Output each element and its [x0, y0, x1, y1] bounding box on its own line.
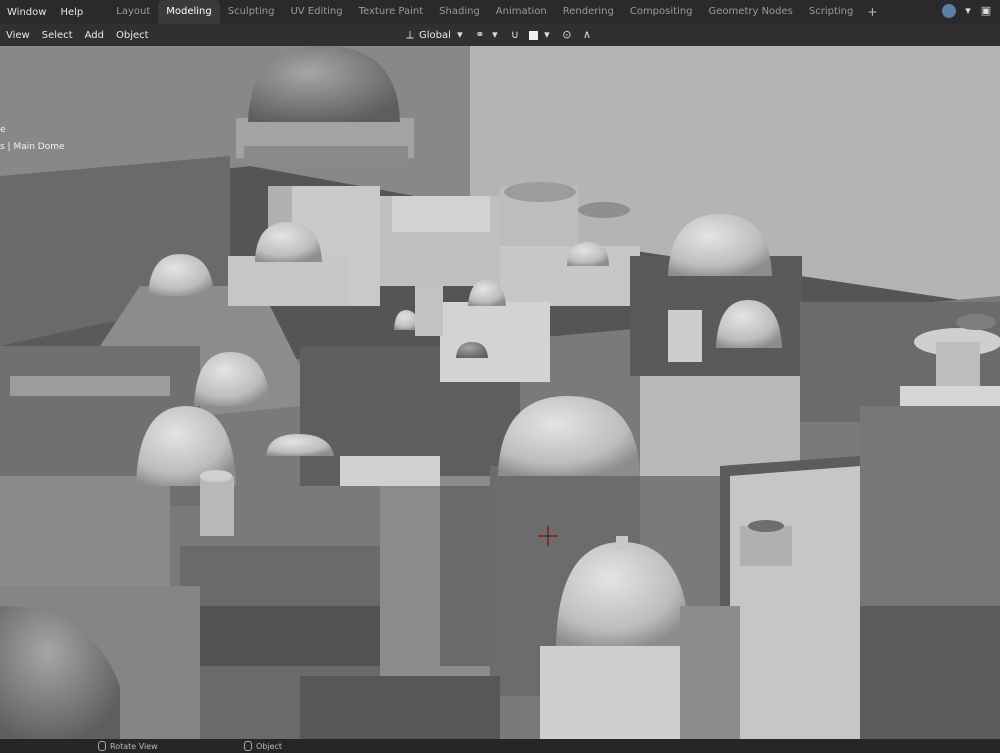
status-object: Object	[244, 741, 282, 751]
top-right-controls: ▾ ▣	[942, 4, 992, 18]
tab-sculpting[interactable]: Sculpting	[220, 0, 283, 24]
add-workspace-button[interactable]: +	[861, 5, 883, 19]
chevron-down-icon: ▾	[544, 28, 550, 41]
tab-geometry-nodes[interactable]: Geometry Nodes	[701, 0, 801, 24]
scene-icon[interactable]	[942, 4, 956, 18]
header-menu-select[interactable]: Select	[36, 30, 79, 41]
header-menu-object[interactable]: Object	[110, 30, 155, 41]
menu-window[interactable]: Window	[0, 7, 53, 18]
tab-animation[interactable]: Animation	[488, 0, 555, 24]
tab-rendering[interactable]: Rendering	[555, 0, 622, 24]
3d-viewport[interactable]: e s | Main Dome	[0, 46, 1000, 739]
transform-orientation-value: Global	[419, 29, 451, 41]
orientation-icon: ⟂	[406, 28, 414, 41]
pivot-dropdown[interactable]: ⚭ ▾	[474, 29, 501, 41]
status-bar: Rotate View Object	[0, 739, 1000, 753]
tab-uv-editing[interactable]: UV Editing	[282, 0, 350, 24]
mouse-icon	[244, 741, 252, 751]
chevron-down-icon: ▾	[492, 28, 498, 41]
tab-texture-paint[interactable]: Texture Paint	[351, 0, 432, 24]
mouse-icon	[98, 741, 106, 751]
viewport-info-overlay: e s | Main Dome	[0, 122, 65, 156]
top-bar: Window Help Layout Modeling Sculpting UV…	[0, 0, 1000, 25]
city-scene	[0, 46, 1000, 739]
tab-compositing[interactable]: Compositing	[622, 0, 701, 24]
active-object-text: s | Main Dome	[0, 142, 65, 152]
header-menu-view[interactable]: View	[0, 30, 36, 41]
chevron-down-icon: ▾	[457, 28, 463, 41]
tab-modeling[interactable]: Modeling	[158, 0, 220, 24]
status-rotate-view-label: Rotate View	[110, 741, 158, 751]
tab-scripting[interactable]: Scripting	[801, 0, 861, 24]
viewport-mode-text: e	[0, 125, 6, 135]
link-icon: ⚭	[475, 28, 485, 41]
proportional-edit-icon[interactable]: ⊙	[561, 29, 573, 41]
snap-target-icon	[528, 30, 538, 40]
view-layer-icon[interactable]: ▣	[980, 5, 992, 17]
status-object-label: Object	[256, 741, 283, 751]
menu-help[interactable]: Help	[53, 7, 90, 18]
transform-orientation-dropdown[interactable]: ⟂ Global ▾	[404, 29, 466, 41]
snap-target-dropdown[interactable]: ▾	[528, 28, 553, 41]
transform-tools: ⟂ Global ▾ ⚭ ▾ ∪ ▾ ⊙ ∧	[404, 24, 593, 46]
tab-layout[interactable]: Layout	[108, 0, 158, 24]
chevron-down-icon[interactable]: ▾	[962, 5, 974, 17]
tab-shading[interactable]: Shading	[431, 0, 488, 24]
falloff-curve-icon[interactable]: ∧	[581, 29, 593, 41]
workspace-tabs: Layout Modeling Sculpting UV Editing Tex…	[108, 0, 883, 24]
viewport-header: View Select Add Object ⟂ Global ▾ ⚭ ▾ ∪ …	[0, 24, 1000, 46]
snap-magnet-icon[interactable]: ∪	[509, 29, 521, 41]
status-rotate-view: Rotate View	[98, 741, 158, 751]
header-menu-add[interactable]: Add	[79, 30, 110, 41]
